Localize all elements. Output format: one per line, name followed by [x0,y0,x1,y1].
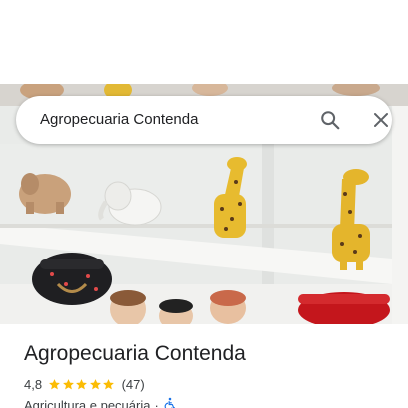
search-bar[interactable]: Agropecuaria Contenda [16,96,392,144]
category-row: Agricultura e pecuária · [24,396,177,408]
map-header-space [0,0,408,84]
close-icon[interactable] [365,104,397,136]
review-count[interactable]: (47) [122,377,145,392]
star-icon [76,378,87,389]
star-icon [89,378,101,389]
rating-row[interactable]: 4,8 (47) [24,375,145,393]
star-rating [48,378,116,391]
separator-dot: · [154,397,159,408]
search-icon[interactable] [314,104,346,136]
place-name: Agropecuaria Contenda [24,342,246,365]
search-input[interactable]: Agropecuaria Contenda [40,96,198,144]
rating-value: 4,8 [24,376,43,392]
place-category[interactable]: Agricultura e pecuária [24,398,150,408]
star-icon [103,378,114,389]
star-icon [62,378,74,389]
wheelchair-icon [163,397,177,408]
star-icon [49,378,60,389]
